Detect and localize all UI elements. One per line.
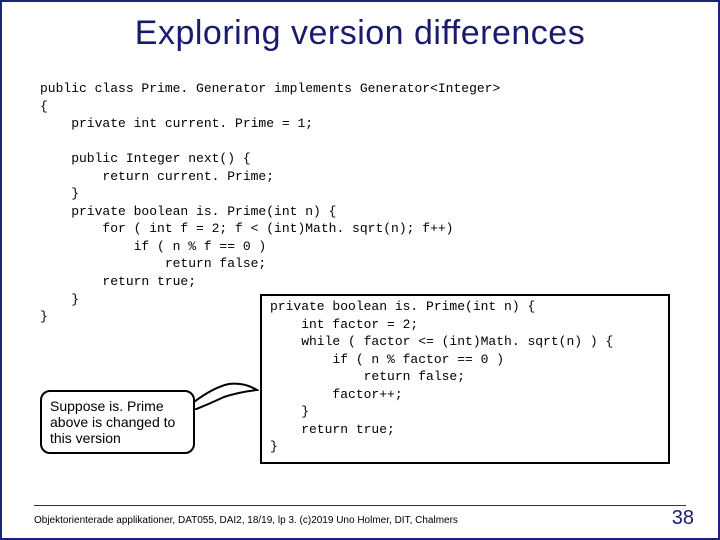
page-number: 38: [672, 507, 694, 530]
code-block-main: public class Prime. Generator implements…: [40, 80, 500, 326]
callout-tail-icon: [194, 382, 259, 410]
callout-box: Suppose is. Prime above is changed to th…: [40, 390, 195, 454]
footer-text: Objektorienterade applikationer, DAT055,…: [34, 515, 458, 526]
footer-divider: [34, 505, 686, 506]
code-block-alt: private boolean is. Prime(int n) { int f…: [260, 294, 670, 464]
slide-title: Exploring version differences: [2, 14, 718, 53]
